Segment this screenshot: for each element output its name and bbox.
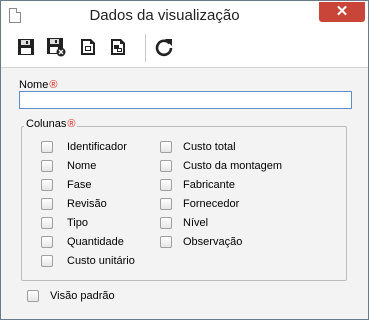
toolbar-separator [145,34,146,62]
checkbox[interactable] [41,141,53,153]
column-checkbox-fase[interactable]: Fase [41,178,91,192]
toolbar [1,30,368,68]
close-button[interactable]: ✕ [319,2,365,22]
column-checkbox-nivel[interactable]: Nível [160,216,208,230]
save-icon [18,39,34,55]
checkbox[interactable] [160,160,172,172]
column-checkbox-custo-da-montagem[interactable]: Custo da montagem [160,159,282,173]
checkbox[interactable] [160,141,172,153]
column-checkbox-identificador[interactable]: Identificador [41,140,127,154]
save-button[interactable] [15,36,37,58]
column-checkbox-custo-unitario[interactable]: Custo unitário [41,254,135,268]
title-bar[interactable]: Dados da visualização ✕ [1,1,368,30]
column-checkbox-quantidade[interactable]: Quantidade [41,235,124,249]
checkbox[interactable] [41,198,53,210]
colunas-legend: Colunas® [24,118,78,130]
column-checkbox-tipo[interactable]: Tipo [41,216,88,230]
document-alt-icon [111,39,125,55]
save-and-close-icon [47,38,66,57]
save-and-close-button[interactable] [45,36,67,58]
required-icon: ® [49,79,58,91]
refresh-icon [155,39,173,57]
column-checkbox-fabricante[interactable]: Fabricante [160,178,235,192]
dialog-window: Dados da visualização ✕ Nome® Colunas® I… [0,0,369,320]
document-alt-button[interactable] [107,36,129,58]
required-icon: ® [67,118,76,130]
checkbox[interactable] [41,217,53,229]
nome-input[interactable] [19,91,352,109]
checkbox[interactable] [160,236,172,248]
document-icon [81,39,95,55]
document-button[interactable] [77,36,99,58]
checkbox[interactable] [41,160,53,172]
checkbox[interactable] [27,290,39,302]
column-checkbox-custo-total[interactable]: Custo total [160,140,236,154]
form-area: Nome® Colunas® Identificador Nome Fase R… [1,68,368,319]
column-checkbox-nome[interactable]: Nome [41,159,96,173]
nome-label: Nome® [19,79,58,91]
refresh-button[interactable] [153,36,175,58]
default-view-checkbox[interactable]: Visão padrão [27,289,115,303]
column-checkbox-fornecedor[interactable]: Fornecedor [160,197,239,211]
window-title: Dados da visualização [89,7,240,24]
checkbox[interactable] [41,255,53,267]
column-checkbox-observacao[interactable]: Observação [160,235,242,249]
checkbox[interactable] [41,236,53,248]
checkbox[interactable] [160,179,172,191]
checkbox[interactable] [41,179,53,191]
checkbox[interactable] [160,217,172,229]
column-checkbox-revisao[interactable]: Revisão [41,197,107,211]
checkbox[interactable] [160,198,172,210]
